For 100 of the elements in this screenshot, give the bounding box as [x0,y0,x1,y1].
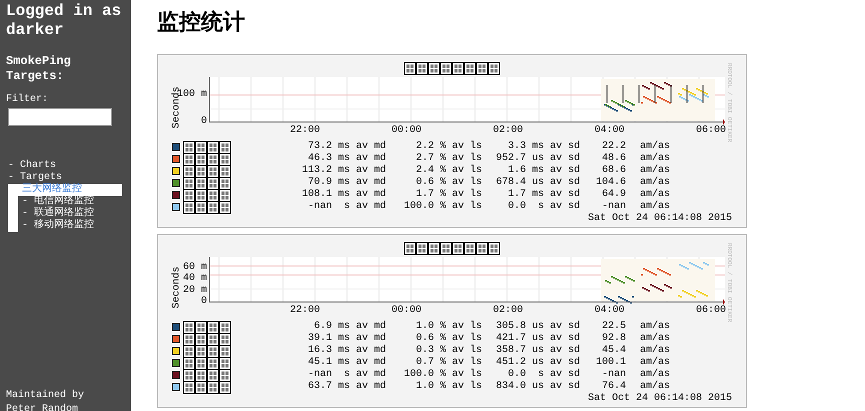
y-tick-label: 0 [200,117,207,127]
amas-unit: am/as [640,165,670,176]
amas-value: -nan [600,201,626,213]
x-tick-label: 06:00 [696,125,726,137]
median-value: 39.1 ms av md [306,333,386,344]
amas-value: 64.9 [600,189,626,201]
deviation-value: 305.8 us av sd [494,321,580,332]
amas-unit: am/as [640,201,670,213]
median-value: 70.9 ms av md [306,177,386,188]
amas-value: 22.5 [600,321,626,333]
x-tick-label: 04:00 [594,125,624,137]
filter-field[interactable] [8,108,112,126]
amas-value: 92.8 [600,333,626,345]
legend-name-drawing [183,332,231,346]
page-title: 监控统计 [157,9,246,37]
amas-unit: am/as [640,189,670,200]
amas-value: 22.2 [600,141,626,153]
deviation-value: 421.7 us av sd [494,333,580,344]
y-tick-label: 60 m [182,262,207,272]
amas-value: -nan [600,369,626,381]
median-value: 63.7 ms av md [306,381,386,393]
x-tick-label: 00:00 [392,125,422,137]
deviation-value: 451.2 us av sd [494,357,580,368]
loss-value: 1.7 % av ls [414,189,482,200]
loss-value: 0.6 % av ls [414,333,482,344]
maintainer-text: Maintained by Peter Random [6,389,86,411]
median-value: 46.3 ms av md [306,153,386,164]
amas-unit: am/as [640,141,670,152]
y-axis-label: Seconds [170,266,183,308]
legend-name-drawing [183,140,231,154]
amas-unit: am/as [640,381,670,393]
median-value: 113.2 ms av md [300,165,386,176]
amas-unit: am/as [640,177,670,188]
amas-unit: am/as [640,357,670,368]
tree-item[interactable]: - Charts [6,160,125,172]
amas-unit: am/as [640,345,670,356]
y-tick-label: 0 [200,297,207,307]
deviation-value: 0.0 s av sd [506,201,580,213]
loss-value: 2.7 % av ls [414,153,482,164]
x-tick-label: 04:00 [594,305,624,317]
deviation-value: 834.0 us av sd [494,381,580,393]
legend-name-drawing [183,188,231,202]
x-tick-label: 06:00 [696,305,726,317]
deviation-value: 3.3 ms av sd [506,141,580,152]
amas-value: 48.6 [600,153,626,165]
deviation-value: 0.0 s av sd [506,369,580,380]
graph-timestamp: Sat Oct 24 06:14:08 2015 [588,393,732,405]
amas-unit: am/as [640,369,670,380]
tree-item[interactable]: - 移动网络监控 [18,220,125,232]
amas-unit: am/as [640,153,670,164]
tree-item[interactable]: - Targets [6,172,125,184]
loss-value: 0.6 % av ls [414,177,482,188]
loss-value: 0.7 % av ls [414,357,482,368]
amas-value: 68.6 [600,165,626,177]
legend-name-drawing [183,200,231,214]
y-tick-label: 20 m [182,286,207,296]
deviation-value: 1.7 ms av sd [506,189,580,200]
amas-value: 104.6 [594,177,626,189]
median-value: 16.3 ms av md [306,345,386,356]
loss-value: 2.2 % av ls [414,141,482,152]
amas-unit: am/as [640,333,670,344]
deviation-value: 1.6 ms av sd [506,165,580,176]
median-value: 73.2 ms av md [306,141,386,152]
filter-label: Filter: [6,94,50,106]
tree-item[interactable]: - 联通网络监控 [18,208,125,220]
median-value: -nan s av md [306,201,386,213]
legend-name-drawing [183,368,231,382]
legend-name-drawing [183,356,231,370]
targets-heading: SmokePing Targets: [6,54,72,84]
amas-value: 45.4 [600,345,626,357]
median-value: 6.9 ms av md [312,321,386,332]
loss-value: 100.0 % av ls [402,201,482,213]
amas-value: 76.4 [600,381,626,393]
loss-value: 1.0 % av ls [414,321,482,332]
loss-value: 100.0 % av ls [402,369,482,380]
deviation-value: 678.4 us av sd [494,177,580,188]
x-tick-label: 00:00 [392,305,422,317]
median-value: 108.1 ms av md [300,189,386,200]
legend-name-drawing [183,380,231,394]
legend-name-drawing [183,344,231,358]
x-tick-label: 02:00 [493,305,523,317]
graph-timestamp: Sat Oct 24 06:14:08 2015 [588,213,732,225]
legend-name-drawing [183,176,231,190]
loss-value: 0.3 % av ls [414,345,482,356]
amas-value: 100.1 [594,357,626,369]
deviation-value: 358.7 us av sd [494,345,580,356]
deviation-value: 952.7 us av sd [494,153,580,164]
median-value: 45.1 ms av md [306,357,386,368]
y-tick-label: 40 m [182,274,207,284]
loss-value: 1.0 % av ls [414,381,482,393]
x-tick-label: 22:00 [290,305,320,317]
x-tick-label: 22:00 [290,125,320,137]
legend-name-drawing [183,152,231,166]
login-text: Logged in as darker [6,2,122,40]
legend-name-drawing [183,320,231,334]
median-value: -nan s av md [306,369,386,380]
amas-unit: am/as [640,321,670,332]
loss-value: 2.4 % av ls [414,165,482,176]
x-tick-label: 02:00 [493,125,523,137]
tree-item[interactable]: 三大网络监控 [18,184,122,196]
